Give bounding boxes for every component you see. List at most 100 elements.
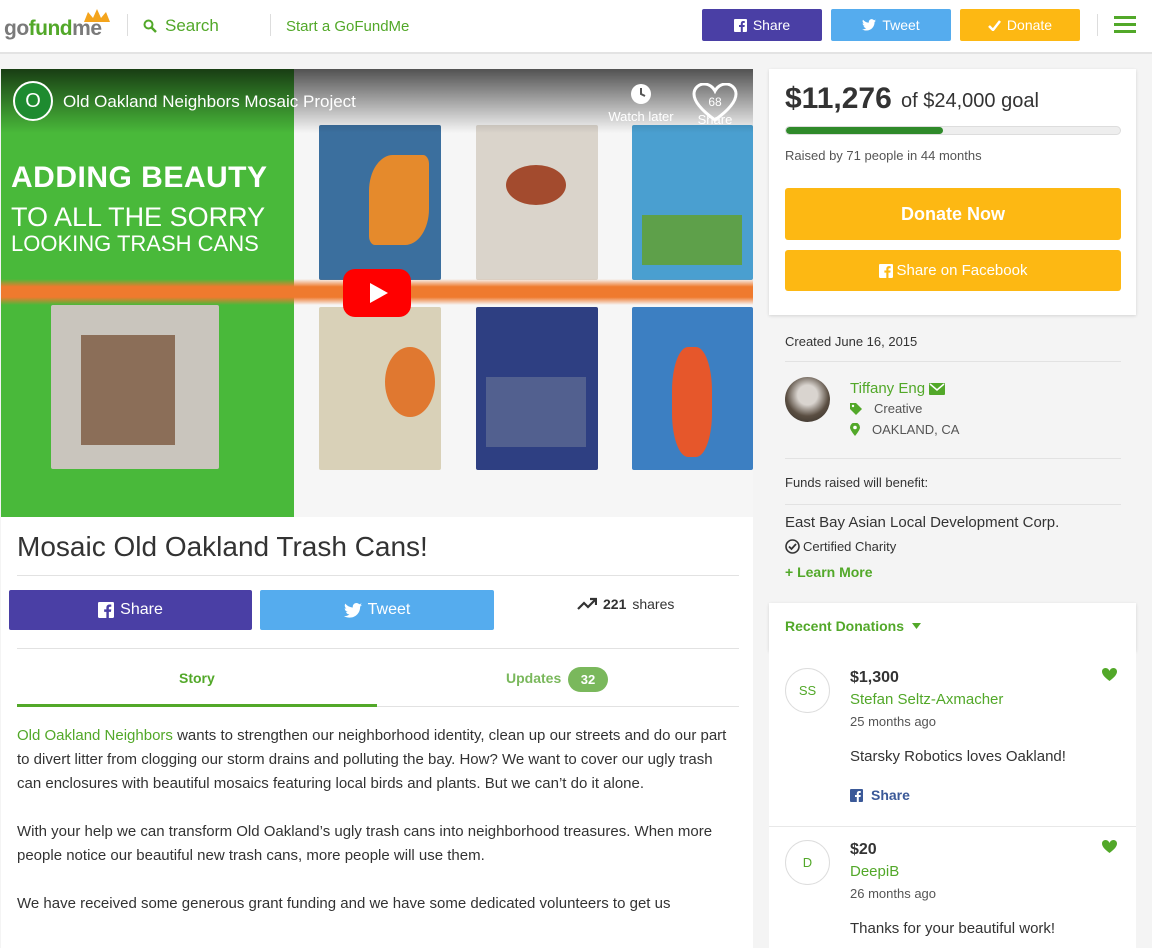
header-share-facebook-button[interactable]: Share xyxy=(702,9,822,41)
share-count-number: 221 xyxy=(603,596,627,612)
hamburger-menu-icon[interactable] xyxy=(1114,16,1136,37)
organizer-location-label: OAKLAND, CA xyxy=(872,422,960,437)
heart-icon xyxy=(1102,840,1117,853)
header-divider xyxy=(1097,14,1098,36)
certified-charity-badge: Certified Charity xyxy=(785,539,896,554)
donation-message: Thanks for your beautiful work! xyxy=(850,920,1056,937)
organizer-category: Creative xyxy=(850,401,922,416)
twitter-icon xyxy=(862,19,877,31)
story-paragraph: We have received some generous grant fun… xyxy=(17,895,671,912)
header-donate-label: Donate xyxy=(1006,17,1053,33)
share-count: 221 shares xyxy=(577,596,674,612)
share-on-facebook-label: Share on Facebook xyxy=(896,262,1028,279)
progress-bar-fill xyxy=(786,127,943,134)
organizer-name-link[interactable]: Tiffany Eng xyxy=(850,380,946,397)
recent-donations-title: Recent Donations xyxy=(785,618,905,634)
donation-share-button[interactable]: Share xyxy=(850,787,910,803)
created-date: Created June 16, 2015 xyxy=(785,334,918,349)
header-divider xyxy=(127,14,128,36)
slide-headline: ADDING BEAUTY xyxy=(11,161,268,194)
channel-avatar[interactable]: O xyxy=(13,81,53,121)
mosaic-can-photo xyxy=(476,307,598,470)
envelope-icon[interactable] xyxy=(929,382,946,395)
active-tab-indicator xyxy=(17,704,377,707)
heart-icon xyxy=(1102,668,1117,681)
video-title[interactable]: Old Oakland Neighbors Mosaic Project xyxy=(63,92,356,112)
organizer-category-label: Creative xyxy=(874,401,923,416)
top-header: gofundme Search Start a GoFundMe Share T… xyxy=(0,0,1152,54)
header-donate-button[interactable]: Donate xyxy=(960,9,1080,41)
divider xyxy=(377,706,739,707)
video-share-label: Share xyxy=(697,112,733,127)
search-icon xyxy=(143,19,157,33)
clock-icon xyxy=(631,84,651,104)
certified-charity-label: Certified Charity xyxy=(803,539,897,554)
tab-story[interactable]: Story xyxy=(179,670,215,686)
tweet-button[interactable]: Tweet xyxy=(260,590,494,630)
share-label: Share xyxy=(120,601,163,618)
funds-benefit-label: Funds raised will benefit: xyxy=(785,475,929,490)
organization-link[interactable]: Old Oakland Neighbors xyxy=(17,727,173,744)
donor-avatar: SS xyxy=(785,668,830,713)
divider xyxy=(785,504,1121,505)
goal-amount: of $24,000 goal xyxy=(901,90,1039,112)
mosaic-can-photo xyxy=(632,307,753,470)
mosaic-can-photo xyxy=(632,125,753,280)
recent-donations-toggle[interactable]: Recent Donations xyxy=(785,618,922,634)
updates-count-badge: 32 xyxy=(568,667,608,692)
play-button-icon[interactable] xyxy=(343,269,411,317)
map-pin-icon xyxy=(850,423,860,436)
trending-up-icon xyxy=(577,597,597,610)
video-photo-before xyxy=(51,305,219,469)
facebook-icon xyxy=(98,602,115,618)
share-on-facebook-button[interactable]: Share on Facebook xyxy=(785,250,1121,291)
donor-name: Stefan Seltz-Axmacher xyxy=(850,691,1004,708)
twitter-icon xyxy=(343,602,362,618)
caret-down-icon xyxy=(912,623,922,629)
donation-message: Starsky Robotics loves Oakland! xyxy=(850,748,1066,765)
tag-icon xyxy=(850,402,862,415)
start-gofundme-link[interactable]: Start a GoFundMe xyxy=(286,18,409,35)
share-facebook-button[interactable]: Share xyxy=(9,590,252,630)
charity-name: East Bay Asian Local Development Corp. xyxy=(785,514,1060,531)
watch-later-button[interactable]: Watch later xyxy=(603,83,679,124)
organizer-name: Tiffany Eng xyxy=(850,380,926,397)
gofundme-logo[interactable]: gofundme xyxy=(4,8,114,44)
divider xyxy=(17,575,739,576)
header-divider xyxy=(270,14,271,36)
divider xyxy=(785,458,1121,459)
organizer-location: OAKLAND, CA xyxy=(850,422,959,437)
donation-amount: $20 xyxy=(850,841,877,858)
organizer-avatar[interactable] xyxy=(785,377,830,422)
tweet-label: Tweet xyxy=(367,601,411,618)
mosaic-can-photo xyxy=(319,307,441,470)
donor-avatar: D xyxy=(785,840,830,885)
header-tweet-label: Tweet xyxy=(882,17,920,33)
amount-raised: $11,276 xyxy=(785,82,892,115)
facebook-icon xyxy=(878,263,893,278)
search-label: Search xyxy=(165,16,219,35)
donate-now-button[interactable]: Donate Now xyxy=(785,188,1121,240)
check-circle-icon xyxy=(785,539,800,554)
donation-share-label: Share xyxy=(871,787,910,803)
donation-time: 26 months ago xyxy=(850,886,937,901)
share-count-suffix: shares xyxy=(632,596,675,612)
header-share-label: Share xyxy=(752,17,791,33)
video-like-count: 68 xyxy=(708,95,722,109)
divider xyxy=(17,648,739,649)
donation-amount: $1,300 xyxy=(850,669,899,686)
facebook-icon xyxy=(733,18,747,32)
mosaic-can-photo xyxy=(476,125,598,280)
campaign-video[interactable]: ADDING BEAUTY TO ALL THE SORRY LOOKING T… xyxy=(1,69,753,517)
logo-text: gofundme xyxy=(4,17,102,40)
divider xyxy=(785,361,1121,362)
progress-bar xyxy=(785,126,1121,135)
slide-subheadline: LOOKING TRASH CANS xyxy=(11,231,259,256)
search-button[interactable]: Search xyxy=(143,16,219,36)
tab-updates[interactable]: Updates xyxy=(506,670,561,686)
story-paragraph: Old Oakland Neighbors wants to strengthe… xyxy=(17,724,739,796)
header-tweet-button[interactable]: Tweet xyxy=(831,9,951,41)
watch-later-label: Watch later xyxy=(608,109,674,124)
learn-more-link[interactable]: + Learn More xyxy=(785,564,873,580)
donor-name: DeepiB xyxy=(850,863,900,880)
